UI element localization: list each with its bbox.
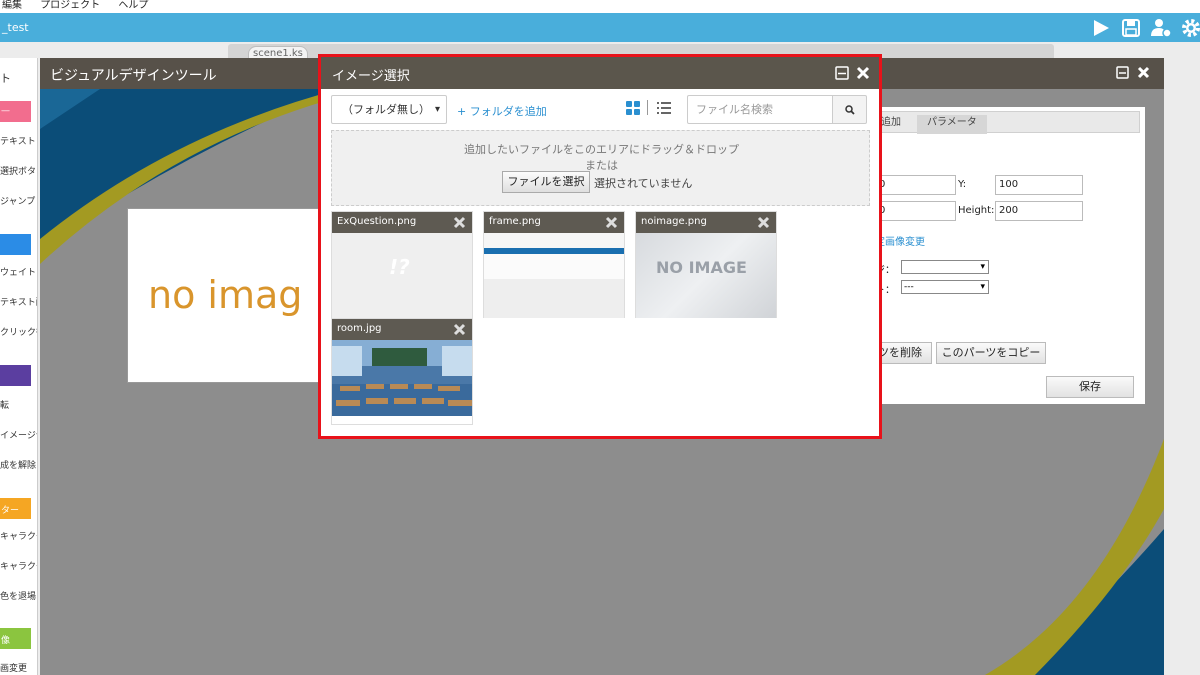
thumb-image: NO IMAGE xyxy=(636,233,776,318)
sidebar-item-image-compose[interactable]: イメージ合成 xyxy=(0,428,37,441)
close-icon[interactable] xyxy=(605,216,618,229)
gear-icon[interactable] xyxy=(1180,17,1200,39)
menu-item-edit[interactable]: 編集 xyxy=(2,0,22,11)
exquestion-overlay: !? xyxy=(389,255,410,279)
height-label: Height: xyxy=(958,205,995,216)
image-thumb[interactable]: ExQuestion.png !? xyxy=(331,211,473,318)
thumb-image xyxy=(484,233,624,318)
menu-bar: 編集 プロジェクト ヘルプ xyxy=(0,0,1200,13)
sidebar-item-character-exit[interactable]: 色を退場 xyxy=(0,589,36,602)
property-panel: 追加 パラメータ 0 Y: 100 0 Height: 200 定画像変更 ジ：… xyxy=(868,107,1145,404)
left-sidebar: ト — テキスト 選択ボタン ジャンプ ウェイト テキスト配置 クリック待ち 転… xyxy=(0,58,38,675)
folder-select[interactable]: （フォルダ無し） xyxy=(331,95,447,124)
visual-design-title: ビジュアルデザインツール xyxy=(50,68,217,84)
project-name: _test xyxy=(2,21,29,34)
image-thumb[interactable]: room.jpg xyxy=(331,318,473,425)
dialog-header: イメージ選択 xyxy=(321,57,879,89)
thumb-name: room.jpg xyxy=(337,323,382,334)
search-button[interactable] xyxy=(833,95,867,124)
sidebar-item-wait[interactable]: ウェイト xyxy=(0,265,36,278)
close-icon[interactable] xyxy=(453,323,466,336)
property-tabs: 追加 パラメータ xyxy=(870,111,1140,134)
project-toolbar: _test xyxy=(0,13,1200,42)
thumb-name: noimage.png xyxy=(641,216,707,227)
thumb-header: ExQuestion.png xyxy=(332,212,472,233)
sidebar-category-label: 像 xyxy=(1,636,11,646)
sidebar-item-click-wait[interactable]: クリック待ち xyxy=(0,325,37,338)
search-icon xyxy=(845,105,855,115)
sidebar-item-text[interactable]: テキスト xyxy=(0,134,36,147)
sidebar-item-character-2[interactable]: キャラクター xyxy=(0,559,37,572)
sidebar-category-bar: — xyxy=(0,101,31,122)
close-icon[interactable] xyxy=(757,216,770,229)
select1-dropdown[interactable] xyxy=(901,260,989,274)
minimize-icon[interactable] xyxy=(835,66,849,80)
thumb-image: !? xyxy=(332,233,472,318)
sidebar-item-uncompose[interactable]: 成を解除 xyxy=(0,458,36,471)
close-icon[interactable] xyxy=(1137,66,1150,79)
x-input[interactable]: 0 xyxy=(875,175,956,195)
sidebar-item-text-position[interactable]: テキスト配置 xyxy=(0,295,37,308)
thumb-name: frame.png xyxy=(489,216,541,227)
tab-parameters[interactable]: パラメータ xyxy=(917,115,987,134)
thumb-header: frame.png xyxy=(484,212,624,233)
select2-dropdown[interactable]: --- xyxy=(901,280,989,294)
width-input[interactable]: 0 xyxy=(875,201,956,221)
sidebar-category-bar: 像 xyxy=(0,628,31,649)
sidebar-item-image-change[interactable]: 画変更 xyxy=(0,661,27,674)
dropzone-text: 追加したいファイルをこのエリアにドラッグ＆ドロップ xyxy=(464,143,739,156)
classroom-picture xyxy=(332,340,472,416)
minimize-icon[interactable] xyxy=(1116,66,1129,79)
y-label: Y: xyxy=(958,179,967,190)
thumb-header: noimage.png xyxy=(636,212,776,233)
sidebar-item-0[interactable]: ト xyxy=(0,70,11,86)
dialog-title: イメージ選択 xyxy=(332,69,410,84)
menu-item-project[interactable]: プロジェクト xyxy=(40,0,100,11)
close-icon[interactable] xyxy=(856,66,870,80)
height-input[interactable]: 200 xyxy=(995,201,1083,221)
copy-part-button[interactable]: このパーツをコピー xyxy=(936,342,1046,364)
play-icon[interactable] xyxy=(1090,17,1112,39)
sidebar-category-bar xyxy=(0,234,31,255)
sidebar-category-bar: ター xyxy=(0,498,31,519)
image-select-dialog: イメージ選択 （フォルダ無し） + フォルダを追加 ファイル名検索 追加したいフ… xyxy=(318,54,882,439)
sidebar-item-character[interactable]: キャラクター xyxy=(0,529,37,542)
save-button[interactable]: 保存 xyxy=(1046,376,1134,398)
dropzone-or: または xyxy=(585,159,618,172)
menu-item-help[interactable]: ヘルプ xyxy=(118,0,148,11)
file-dropzone[interactable]: 追加したいファイルをこのエリアにドラッグ＆ドロップ または ファイルを選択 選択… xyxy=(331,130,870,206)
preview-image[interactable]: no imag xyxy=(127,208,337,383)
add-folder-link[interactable]: + フォルダを追加 xyxy=(457,103,547,119)
users-gear-icon[interactable] xyxy=(1150,17,1172,39)
y-input[interactable]: 100 xyxy=(995,175,1083,195)
noimage-overlay: NO IMAGE xyxy=(656,258,747,277)
sidebar-category-label: ター xyxy=(1,506,20,516)
sidebar-item-transition[interactable]: 転 xyxy=(0,398,9,411)
preview-image-text: no imag xyxy=(148,273,303,317)
choose-file-button[interactable]: ファイルを選択 xyxy=(502,171,590,193)
close-icon[interactable] xyxy=(453,216,466,229)
sidebar-category-bar xyxy=(0,365,31,386)
image-thumb[interactable]: frame.png xyxy=(483,211,625,318)
sidebar-category-label: — xyxy=(1,106,10,116)
sidebar-item-select-button[interactable]: 選択ボタン xyxy=(0,164,37,177)
thumb-image xyxy=(332,340,472,416)
grid-view-icon[interactable] xyxy=(626,101,640,115)
image-change-link[interactable]: 定画像変更 xyxy=(875,233,925,248)
view-separator xyxy=(647,100,648,115)
file-search-input[interactable]: ファイル名検索 xyxy=(687,95,833,124)
thumb-header: room.jpg xyxy=(332,319,472,340)
list-view-icon[interactable] xyxy=(657,101,671,115)
no-file-selected: 選択されていません xyxy=(594,177,693,190)
save-icon[interactable] xyxy=(1120,17,1142,39)
image-thumb[interactable]: noimage.png NO IMAGE xyxy=(635,211,777,318)
thumb-name: ExQuestion.png xyxy=(337,216,417,227)
sidebar-item-jump[interactable]: ジャンプ xyxy=(0,194,35,207)
